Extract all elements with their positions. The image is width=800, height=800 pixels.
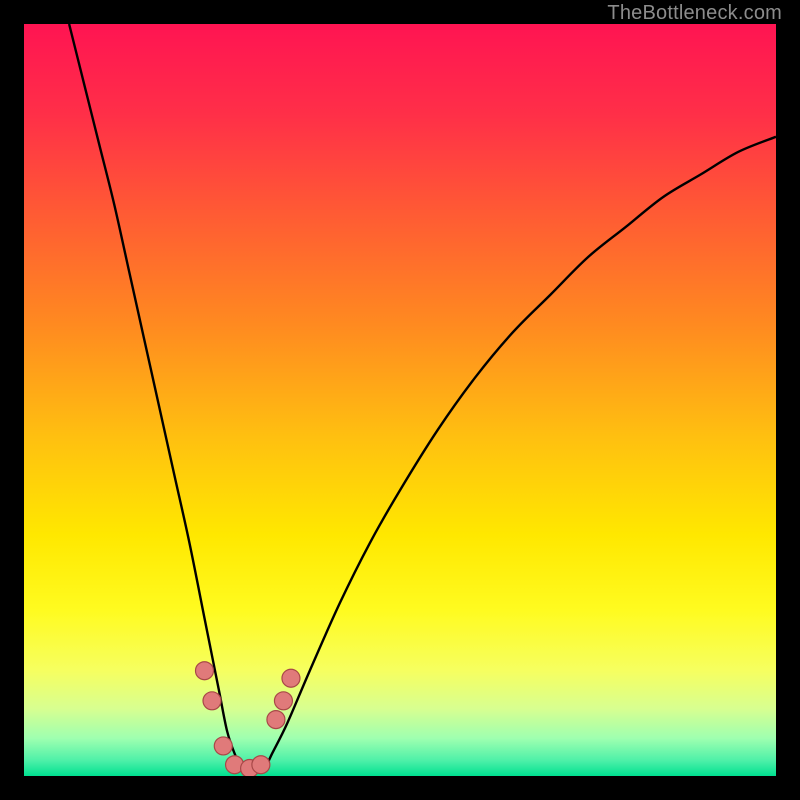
plot-area bbox=[24, 24, 776, 776]
curve-marker bbox=[214, 737, 232, 755]
bottleneck-curve bbox=[69, 24, 776, 773]
curve-marker bbox=[195, 662, 213, 680]
curve-marker bbox=[203, 692, 221, 710]
curve-marker bbox=[252, 756, 270, 774]
curve-marker bbox=[282, 669, 300, 687]
watermark-text: TheBottleneck.com bbox=[607, 2, 782, 25]
curve-layer bbox=[24, 24, 776, 776]
curve-markers bbox=[195, 662, 299, 776]
curve-marker bbox=[274, 692, 292, 710]
chart-frame: TheBottleneck.com bbox=[0, 0, 800, 800]
curve-marker bbox=[267, 711, 285, 729]
